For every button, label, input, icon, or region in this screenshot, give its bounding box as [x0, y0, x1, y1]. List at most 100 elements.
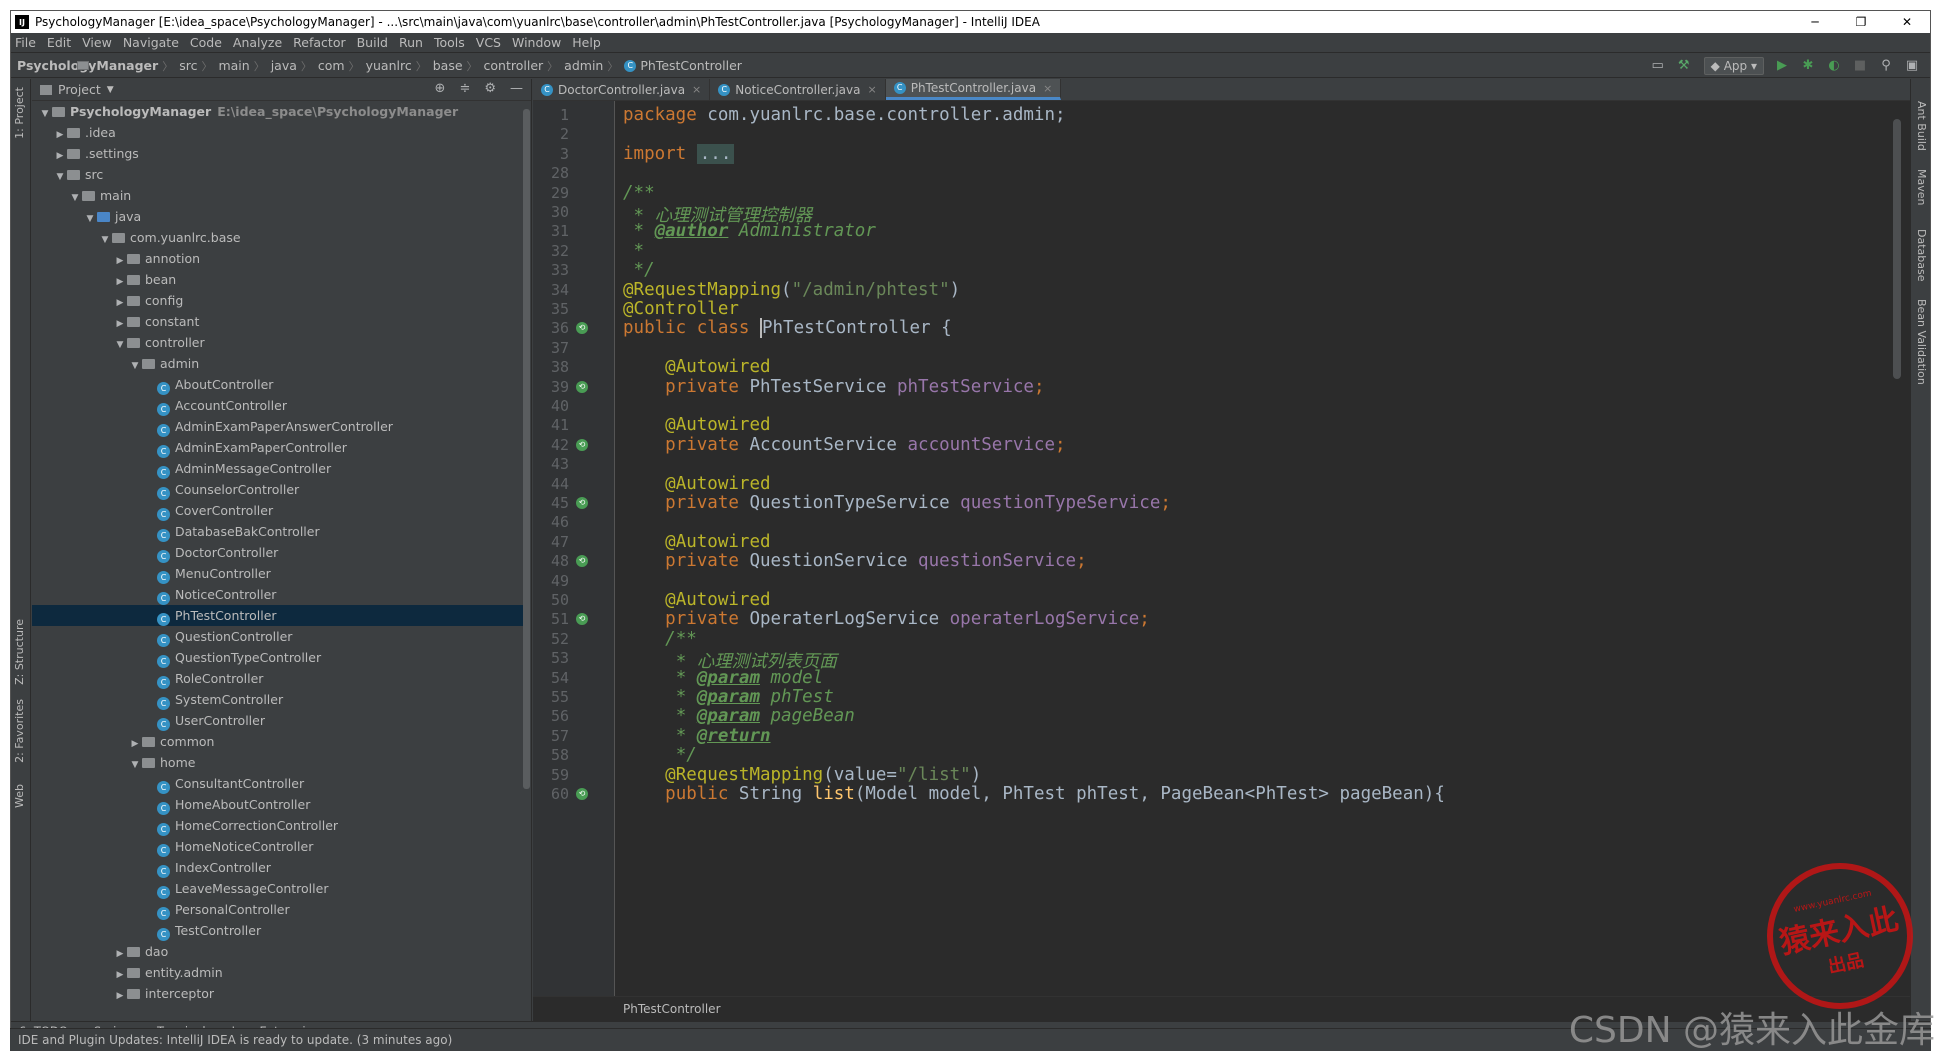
menu-code[interactable]: Code: [190, 35, 222, 50]
breadcrumb-item[interactable]: base: [77, 58, 463, 73]
tree-class-item[interactable]: C QuestionTypeController: [32, 647, 527, 668]
tree-class-item[interactable]: C DatabaseBakController: [32, 521, 527, 542]
run-icon[interactable]: ▶: [1774, 58, 1790, 74]
close-button[interactable]: ✕: [1884, 11, 1930, 33]
breadcrumb-item[interactable]: yuanlrc: [77, 58, 412, 73]
tree-class-item[interactable]: C AdminMessageController: [32, 458, 527, 479]
spring-bean-icon[interactable]: ⟲: [576, 613, 588, 626]
tree-folder-item[interactable]: ▶ config: [32, 290, 527, 311]
tree-folder-item[interactable]: ▶ .settings: [32, 143, 527, 164]
status-message[interactable]: IDE and Plugin Updates: IntelliJ IDEA is…: [18, 1033, 452, 1047]
tree-folder-item[interactable]: ▼ src: [32, 164, 527, 185]
menu-help[interactable]: Help: [572, 35, 601, 50]
menu-tools[interactable]: Tools: [434, 35, 465, 50]
ant-build-tab[interactable]: Ant Build: [1915, 101, 1928, 151]
tree-class-item[interactable]: C CoverController: [32, 500, 527, 521]
spring-bean-icon[interactable]: ⟲: [576, 555, 588, 568]
menu-analyze[interactable]: Analyze: [233, 35, 282, 50]
breadcrumb-item[interactable]: com: [77, 58, 345, 73]
build-hammer-icon[interactable]: ⚒: [1676, 58, 1692, 74]
breadcrumb-item[interactable]: controller: [77, 58, 543, 73]
expand-right-icon[interactable]: ▶: [113, 986, 127, 1007]
spring-bean-icon[interactable]: ⟲: [576, 497, 588, 509]
menu-vcs[interactable]: VCS: [476, 35, 501, 50]
gear-icon[interactable]: ⚙: [484, 81, 496, 96]
tree-class-item[interactable]: C PhTestController: [32, 605, 527, 626]
locate-icon[interactable]: ⊕: [435, 81, 446, 96]
editor-tab[interactable]: C DoctorController.java ×: [533, 79, 711, 100]
tree-folder-item[interactable]: ▼ main: [32, 185, 527, 206]
project-panel-header[interactable]: Project ▼ ⊕ ≑ ⚙ —: [32, 79, 531, 101]
tree-class-item[interactable]: C MenuController: [32, 563, 527, 584]
tree-class-item[interactable]: C DoctorController: [32, 542, 527, 563]
tree-folder-item[interactable]: ▶ bean: [32, 269, 527, 290]
close-tab-icon[interactable]: ×: [1043, 82, 1052, 95]
menu-navigate[interactable]: Navigate: [123, 35, 179, 50]
debug-icon[interactable]: ✱: [1800, 58, 1816, 74]
layout-icon[interactable]: ▭: [1650, 58, 1666, 74]
run-configuration-select[interactable]: ◆ App ▾: [1703, 57, 1764, 75]
bean-validation-tab[interactable]: Bean Validation: [1915, 299, 1928, 385]
tree-class-item[interactable]: C ConsultantController: [32, 773, 527, 794]
chevron-down-icon[interactable]: ▼: [107, 85, 114, 95]
tree-folder-item[interactable]: ▶ constant: [32, 311, 527, 332]
editor-scrollbar[interactable]: [1893, 119, 1901, 379]
menu-edit[interactable]: Edit: [47, 35, 71, 50]
tree-class-item[interactable]: C AboutController: [32, 374, 527, 395]
search-icon[interactable]: ⚲: [1878, 58, 1894, 74]
tree-class-item[interactable]: C SystemController: [32, 689, 527, 710]
tree-class-item[interactable]: C UserController: [32, 710, 527, 731]
spring-bean-icon[interactable]: ⟲: [576, 380, 588, 393]
tree-folder-item[interactable]: ▼ com.yuanlrc.base: [32, 227, 527, 248]
tree-folder-item[interactable]: ▼ java: [32, 206, 527, 227]
menu-view[interactable]: View: [82, 35, 112, 50]
breadcrumb-item[interactable]: C PhTestController: [624, 58, 742, 73]
tree-class-item[interactable]: C AdminExamPaperController: [32, 437, 527, 458]
maximize-button[interactable]: ❐: [1838, 11, 1884, 33]
tree-folder-item[interactable]: ▶ entity.admin: [32, 962, 527, 983]
menu-window[interactable]: Window: [512, 35, 561, 50]
breadcrumb-item[interactable]: java: [77, 58, 297, 73]
tree-class-item[interactable]: C PersonalController: [32, 899, 527, 920]
close-tab-icon[interactable]: ×: [692, 83, 701, 96]
spring-bean-icon[interactable]: ⟲: [576, 322, 588, 335]
tree-folder-item[interactable]: ▶ .idea: [32, 122, 527, 143]
tree-class-item[interactable]: C QuestionController: [32, 626, 527, 647]
tree-folder-item[interactable]: ▼ home: [32, 752, 527, 773]
tree-scrollbar[interactable]: [523, 109, 530, 789]
menu-file[interactable]: File: [15, 35, 36, 50]
menu-refactor[interactable]: Refactor: [293, 35, 345, 50]
structure-tool-tab[interactable]: Z: Structure: [13, 619, 26, 685]
maven-tab[interactable]: Maven: [1915, 169, 1928, 205]
tree-folder-item[interactable]: ▼ admin: [32, 353, 527, 374]
tree-class-item[interactable]: C TestController: [32, 920, 527, 941]
tree-class-item[interactable]: C RoleController: [32, 668, 527, 689]
coverage-icon[interactable]: ◐: [1826, 58, 1842, 74]
menu-build[interactable]: Build: [357, 35, 388, 50]
spring-bean-icon[interactable]: ⟲: [576, 438, 588, 451]
editor-tab[interactable]: C PhTestController.java ×: [885, 79, 1062, 100]
tree-class-item[interactable]: C AccountController: [32, 395, 527, 416]
favorites-tool-tab[interactable]: 2: Favorites: [13, 699, 26, 763]
tree-class-item[interactable]: C LeaveMessageController: [32, 878, 527, 899]
project-tool-tab[interactable]: 1: Project: [13, 87, 26, 139]
tree-folder-item[interactable]: ▶ annotion: [32, 248, 527, 269]
breadcrumb-item[interactable]: admin: [77, 58, 603, 73]
tree-class-item[interactable]: C NoticeController: [32, 584, 527, 605]
stop-icon[interactable]: ■: [1852, 58, 1868, 74]
tree-folder-item[interactable]: ▶ common: [32, 731, 527, 752]
tree-folder-item[interactable]: ▶ interceptor: [32, 983, 527, 1004]
minimize-button[interactable]: ─: [1792, 11, 1838, 33]
menu-run[interactable]: Run: [399, 35, 423, 50]
tree-class-item[interactable]: C HomeCorrectionController: [32, 815, 527, 836]
tree-class-item[interactable]: C IndexController: [32, 857, 527, 878]
database-tab[interactable]: Database: [1915, 229, 1928, 282]
web-tool-tab[interactable]: Web: [13, 784, 26, 808]
close-tab-icon[interactable]: ×: [868, 83, 877, 96]
tree-folder-item[interactable]: ▶ dao: [32, 941, 527, 962]
code-view[interactable]: package com.yuanlrc.base.controller.admi…: [623, 101, 1903, 996]
tree-class-item[interactable]: C AdminExamPaperAnswerController: [32, 416, 527, 437]
tree-class-item[interactable]: C HomeNoticeController: [32, 836, 527, 857]
tree-class-item[interactable]: C HomeAboutController: [32, 794, 527, 815]
breadcrumb-item[interactable]: src: [77, 58, 197, 73]
